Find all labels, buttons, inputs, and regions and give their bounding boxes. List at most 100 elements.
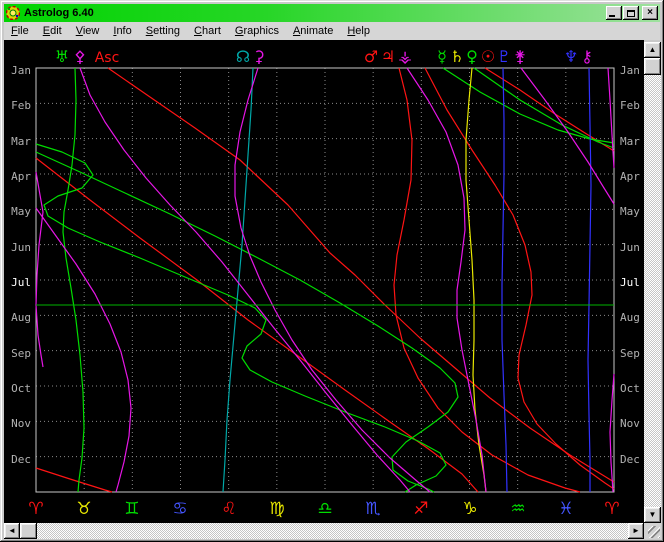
vertical-scroll-thumb[interactable] [644, 58, 661, 75]
month-label-left: Oct [11, 382, 31, 395]
resize-grip[interactable] [648, 526, 660, 538]
month-label-left: Sep [11, 347, 31, 360]
libra-sign-icon: ♎ [317, 499, 332, 519]
aries-wrap-sign-icon: ♈ [604, 499, 619, 519]
mars-marker-icon: ♂ [364, 47, 378, 66]
title-bar: Astrolog 6.40 × [4, 4, 660, 22]
series-juno [36, 208, 131, 492]
window-title: Astrolog 6.40 [24, 7, 605, 19]
month-label-left: Dec [11, 453, 31, 466]
month-label-left: Aug [11, 311, 31, 324]
app-icon [6, 6, 20, 20]
scroll-left-button[interactable]: ◄ [4, 523, 20, 539]
jupiter-marker-icon: ♃ [381, 47, 395, 66]
sun-marker-icon: ☉ [481, 47, 495, 66]
minimize-button[interactable] [606, 6, 622, 20]
menu-bar: File Edit View Info Setting Chart Graphi… [4, 22, 660, 40]
month-label-right: Feb [620, 99, 640, 112]
virgo-sign-icon: ♍ [269, 499, 284, 519]
app-window: Astrolog 6.40 × File Edit View Info Sett… [0, 0, 664, 542]
scroll-up-button[interactable]: ▲ [644, 42, 661, 58]
vertical-scrollbar: ▲ ▼ [644, 42, 661, 523]
close-button[interactable]: × [642, 6, 658, 20]
month-label-right: Nov [620, 417, 640, 430]
month-label-right: Jul [620, 276, 640, 289]
pallas-marker-icon: ⚴ [74, 47, 86, 66]
aquarius-sign-icon: ♒ [510, 499, 525, 519]
month-label-right: Aug [620, 311, 640, 324]
scroll-right-icon: ► [632, 527, 640, 535]
scroll-up-icon: ▲ [649, 46, 657, 54]
cancer-sign-icon: ♋ [172, 499, 187, 519]
gemini-sign-icon: ♊ [124, 499, 139, 519]
series-venus [36, 152, 458, 492]
month-label-right: Apr [620, 170, 640, 183]
month-label-left: Apr [11, 170, 31, 183]
month-label-left: Feb [11, 99, 31, 112]
scrollbar-corner [644, 523, 661, 539]
month-label-right: Oct [620, 382, 640, 395]
sagittarius-sign-icon: ♐ [413, 499, 428, 519]
aries-sign-icon: ♈ [28, 499, 43, 519]
capricorn-sign-icon: ♑ [462, 499, 477, 519]
menu-animate[interactable]: Animate [286, 23, 340, 39]
scroll-right-button[interactable]: ► [628, 523, 644, 539]
taurus-sign-icon: ♉ [76, 499, 91, 519]
series-chiron [36, 172, 43, 367]
ceres-marker-icon: ⚳ [253, 47, 265, 66]
menu-file[interactable]: File [4, 23, 36, 39]
pluto-marker-icon: ♇ [497, 47, 511, 66]
pisces-sign-icon: ♓ [558, 499, 573, 519]
north-node-marker-icon: ☊ [236, 47, 250, 66]
menu-view[interactable]: View [69, 23, 107, 39]
month-label-left: Nov [11, 417, 31, 430]
month-label-right: Mar [620, 135, 640, 148]
series-mercury [36, 144, 446, 492]
scroll-down-button[interactable]: ▼ [644, 507, 661, 523]
neptune-marker-icon: ♆ [564, 47, 578, 66]
horizontal-scroll-thumb[interactable] [20, 523, 37, 539]
month-label-left: Jun [11, 241, 31, 254]
month-label-left: May [11, 205, 31, 218]
month-label-right: Jan [620, 64, 640, 77]
ephemeris-chart: Jan Jan Feb Feb Mar Mar Apr Apr May May Jun Jun Jul J… [4, 40, 644, 523]
series-sun [36, 158, 478, 492]
close-icon: × [647, 8, 653, 18]
maximize-button[interactable] [623, 6, 639, 20]
juno-marker-icon: ⚵ [514, 47, 526, 66]
series-juno [521, 68, 614, 204]
series-venus [474, 68, 614, 148]
month-label-right: Jun [620, 241, 640, 254]
series-ascendant [36, 468, 112, 492]
month-label-left: Jan [11, 64, 31, 77]
vertical-scroll-track[interactable] [644, 75, 661, 507]
saturn-marker-icon: ♄ [450, 47, 464, 66]
mercury-marker-icon: ☿ [437, 47, 447, 66]
horizontal-scroll-track[interactable] [37, 523, 628, 539]
series-mars [425, 68, 614, 489]
menu-graphics[interactable]: Graphics [228, 23, 286, 39]
chiron-marker-icon: ⚷ [581, 47, 593, 66]
leo-sign-icon: ♌ [221, 499, 236, 519]
vesta-marker-icon: ⚶ [398, 47, 412, 66]
month-label-right: Dec [620, 453, 640, 466]
menu-setting[interactable]: Setting [139, 23, 187, 39]
month-label-right: May [620, 205, 640, 218]
month-label-left: Mar [11, 135, 31, 148]
scorpio-sign-icon: ♏ [365, 499, 380, 519]
series-chiron [610, 374, 614, 492]
month-label-right: Sep [620, 347, 640, 360]
menu-chart[interactable]: Chart [187, 23, 228, 39]
menu-edit[interactable]: Edit [36, 23, 69, 39]
horizontal-scrollbar: ◄ ► [4, 523, 644, 539]
ascendant-marker-icon: Asc [95, 50, 120, 66]
menu-info[interactable]: Info [106, 23, 138, 39]
scroll-left-icon: ◄ [8, 527, 16, 535]
series-vesta [407, 68, 486, 492]
menu-help[interactable]: Help [340, 23, 377, 39]
month-label-left: Jul [11, 276, 31, 289]
maximize-icon [627, 10, 635, 17]
series-ascendant [108, 68, 614, 482]
series-chiron [608, 68, 614, 168]
scroll-down-icon: ▼ [649, 511, 657, 519]
